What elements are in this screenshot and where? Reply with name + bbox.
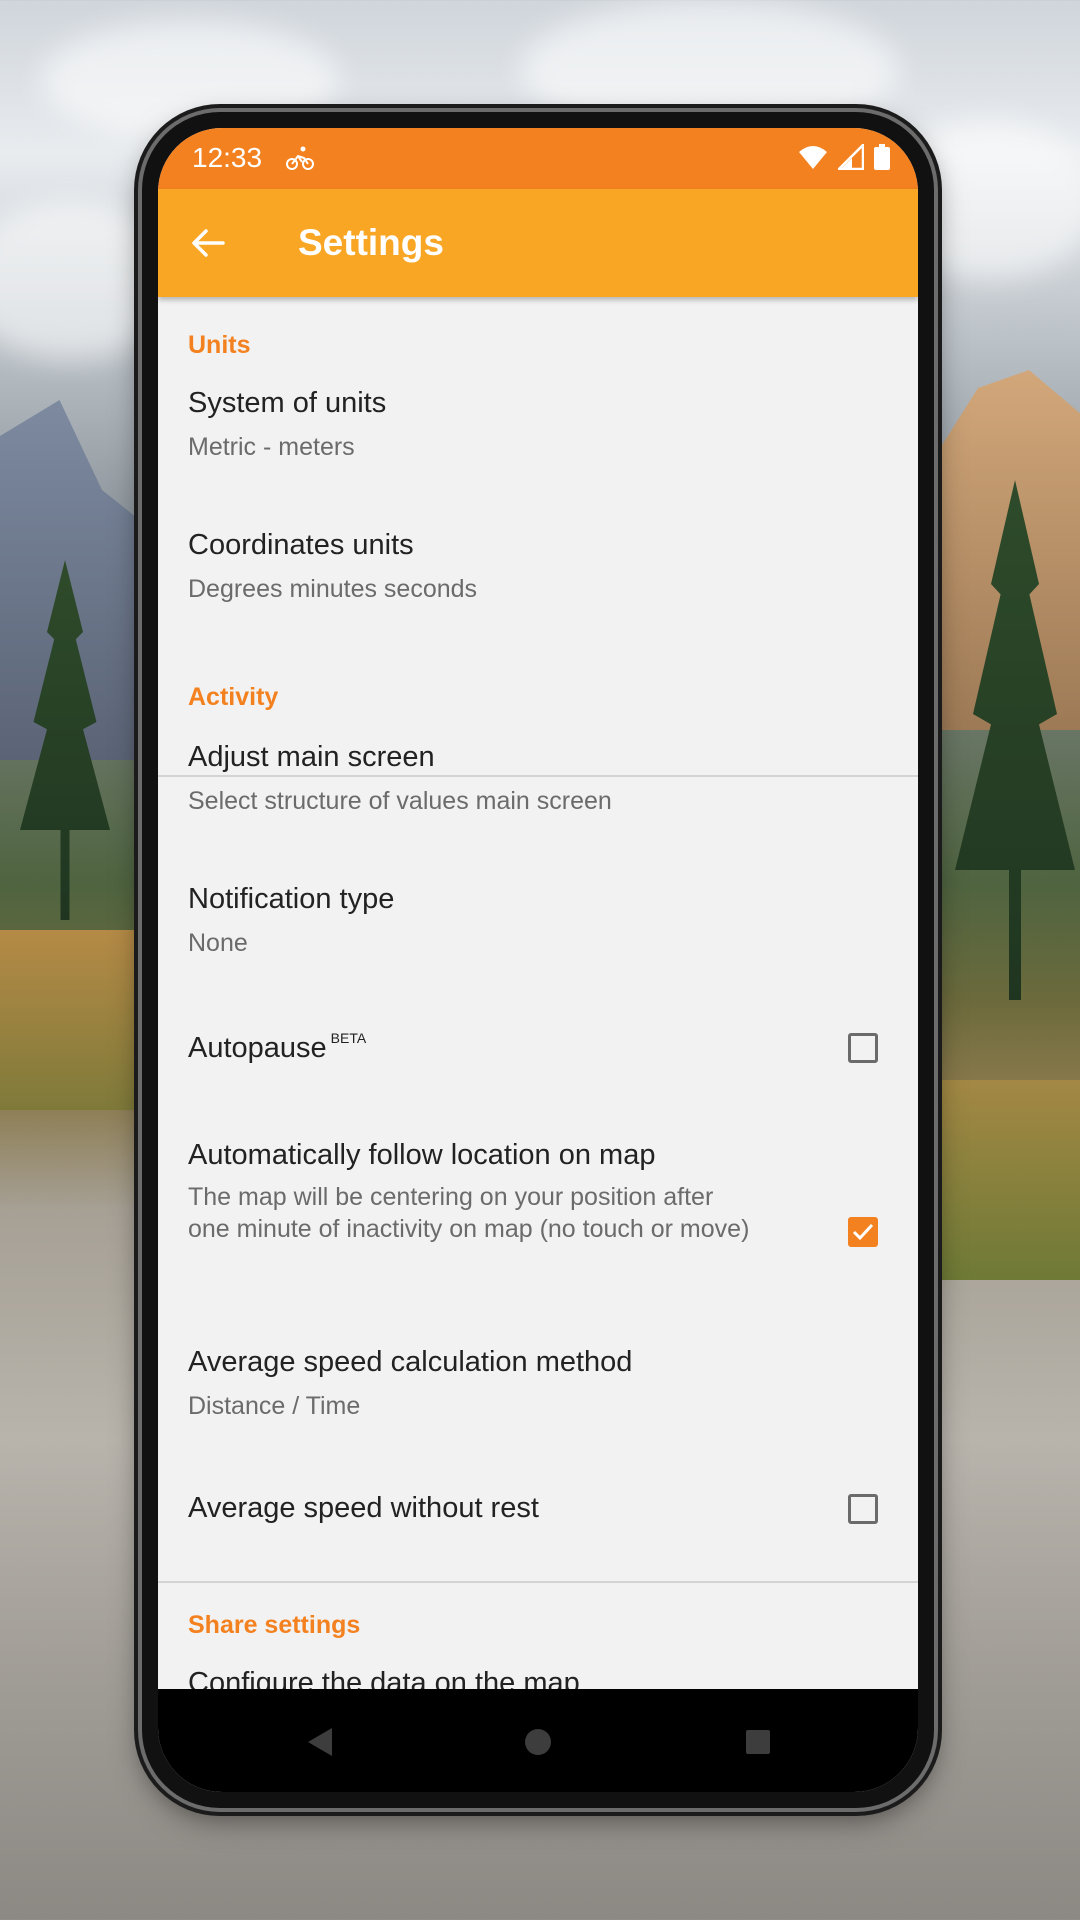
pref-summary: Metric - meters <box>188 433 355 461</box>
page-title: Settings <box>298 222 444 263</box>
phone-screen: 12:33 Settings Units System of units Met… <box>158 128 918 1792</box>
status-icons <box>798 144 890 170</box>
autopause-checkbox[interactable] <box>848 1033 878 1063</box>
check-icon <box>852 1223 874 1241</box>
pref-title-text: Autopause <box>188 1032 327 1064</box>
nav-back-icon[interactable] <box>306 1727 334 1757</box>
pref-configure-map-data[interactable]: Configure the data on the map <box>158 1647 918 1689</box>
pref-avg-speed-without-rest[interactable]: Average speed without rest <box>158 1462 918 1582</box>
battery-icon <box>874 144 890 170</box>
beta-badge: BETA <box>330 1030 367 1046</box>
nav-home-icon[interactable] <box>525 1729 551 1755</box>
pref-title: Configure the data on the map <box>188 1667 580 1689</box>
section-header-units: Units <box>188 331 251 359</box>
pref-summary: Degrees minutes seconds <box>188 575 478 603</box>
phone-frame: 12:33 Settings Units System of units Met… <box>142 112 934 1808</box>
pref-title: Automatically follow location on map <box>188 1139 656 1171</box>
section-header-activity: Activity <box>188 683 279 711</box>
grass-right <box>910 1080 1080 1280</box>
avg-speed-without-rest-checkbox[interactable] <box>848 1494 878 1524</box>
pref-title: Notification type <box>188 883 395 915</box>
pref-system-of-units[interactable]: System of units Metric - meters <box>158 367 918 507</box>
status-time: 12:33 <box>192 142 263 173</box>
cyclist-icon <box>286 146 314 170</box>
wifi-icon <box>799 146 827 169</box>
back-arrow-icon <box>192 229 225 257</box>
status-bar: 12:33 <box>158 128 918 189</box>
pref-title: System of units <box>188 387 387 419</box>
app-bar: Settings <box>158 189 918 297</box>
pref-coordinates-units[interactable]: Coordinates units Degrees minutes second… <box>158 507 918 647</box>
pref-notification-type[interactable]: Notification type None <box>158 857 918 997</box>
pref-avg-speed-method[interactable]: Average speed calculation method Distanc… <box>158 1322 918 1462</box>
follow-location-checkbox[interactable] <box>848 1217 878 1247</box>
pref-title: Autopause BETA <box>188 1030 367 1065</box>
pref-adjust-main-screen[interactable]: Adjust main screen Select structure of v… <box>158 717 918 857</box>
pref-summary: Distance / Time <box>188 1392 361 1420</box>
settings-list[interactable]: Units System of units Metric - meters Co… <box>158 297 918 1689</box>
back-button[interactable] <box>186 221 230 265</box>
pref-title: Coordinates units <box>188 529 414 561</box>
pref-title: Average speed calculation method <box>188 1346 633 1378</box>
pref-summary: None <box>188 929 248 957</box>
pref-follow-location[interactable]: Automatically follow location on map The… <box>158 1117 918 1322</box>
cell-signal-icon <box>838 144 864 170</box>
pref-title: Adjust main screen <box>188 741 435 773</box>
navigation-bar <box>158 1689 918 1792</box>
pref-title: Average speed without rest <box>188 1492 539 1524</box>
section-header-share: Share settings <box>188 1611 361 1639</box>
pref-summary: The map will be centering on your positi… <box>188 1183 750 1243</box>
pref-summary: Select structure of values main screen <box>188 787 612 815</box>
section-divider <box>158 1581 918 1583</box>
pref-autopause[interactable]: Autopause BETA <box>158 997 918 1117</box>
nav-recents-icon[interactable] <box>746 1730 770 1754</box>
